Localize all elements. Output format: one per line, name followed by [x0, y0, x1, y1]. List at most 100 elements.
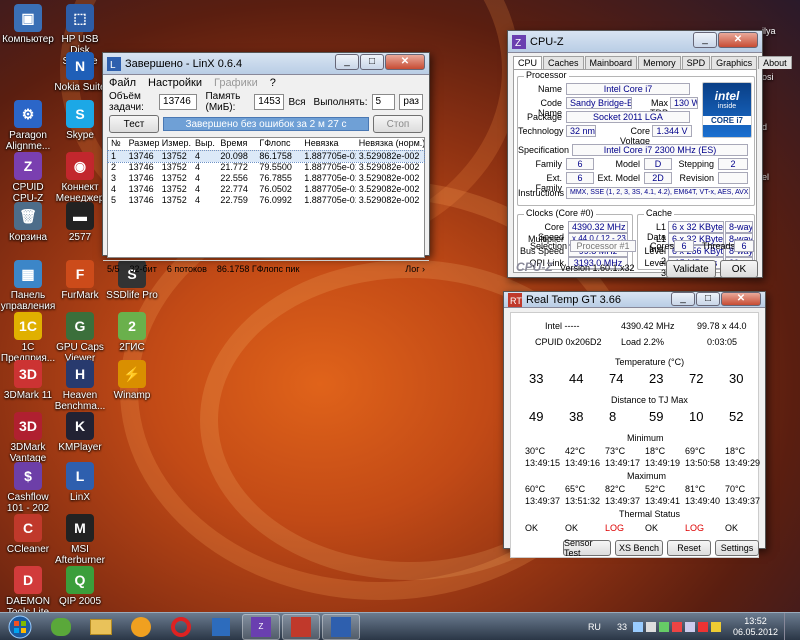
tray-counter[interactable]: 33 [617, 622, 627, 632]
flag-icon[interactable] [710, 622, 721, 632]
menu-settings[interactable]: Настройки [148, 77, 202, 89]
column-header[interactable]: Время [217, 138, 256, 150]
desktop-icon[interactable]: L LinX [52, 462, 108, 503]
close-button[interactable]: ✕ [385, 54, 425, 70]
taskbar-realtemp[interactable] [282, 613, 320, 640]
gpu-icon[interactable] [697, 622, 708, 632]
column-header[interactable]: Измер. [159, 138, 192, 150]
core-i7-text: CORE i7 [703, 116, 751, 125]
menu-file[interactable]: Файл [109, 77, 136, 89]
rt-status-value: OK [645, 523, 659, 533]
problem-size-input[interactable]: 13746 [159, 94, 198, 110]
table-row[interactable]: 4 13746 13752 4 22.774 76.0502 1.887705e-0103.… [108, 184, 424, 195]
clock[interactable]: 13:52 06.05.2012 [733, 616, 778, 638]
column-header[interactable]: № [108, 138, 126, 150]
table-cell: 13752 [161, 162, 187, 172]
desktop-icon[interactable]: Z CPUID CPU-Z [0, 152, 56, 204]
run-unit-select[interactable]: раз [399, 94, 423, 110]
show-desktop-button[interactable] [784, 613, 794, 640]
desktop-icon[interactable]: 2 2ГИС [104, 312, 160, 353]
stop-button[interactable]: Стоп [373, 115, 423, 133]
desktop-icon[interactable]: Q QIP 2005 [52, 566, 108, 607]
desktop-icon[interactable]: C CCleaner [0, 514, 56, 555]
volume-icon[interactable] [645, 622, 656, 632]
xs-bench-button[interactable]: XS Bench [615, 540, 663, 556]
tab-caches[interactable]: Caches [543, 56, 584, 69]
desktop-icon[interactable]: 3D 3DMark Vantage [0, 412, 56, 464]
start-button[interactable] [0, 614, 40, 640]
cpuz-tabs: CPU Caches Mainboard Memory SPD Graphics… [508, 53, 792, 69]
taskbar-explorer[interactable] [82, 614, 120, 640]
desktop-icon[interactable]: ▦ Панель управления [0, 260, 56, 312]
desktop-icon[interactable]: N Nokia Suite [52, 52, 108, 93]
cpuz-titlebar[interactable]: Z CPU-Z _ ✕ [508, 31, 762, 53]
settings-button[interactable]: Settings [715, 540, 759, 556]
network-icon[interactable] [632, 622, 643, 632]
desktop-icon[interactable]: ▣ Компьютер [0, 4, 56, 45]
tab-memory[interactable]: Memory [638, 56, 681, 69]
linx-titlebar[interactable]: L Завершено - LinX 0.6.4 _ □ ✕ [103, 53, 429, 75]
memory-input[interactable]: 1453 [254, 94, 285, 110]
antivirus-icon[interactable] [671, 622, 682, 632]
language-indicator[interactable]: RU [588, 622, 601, 632]
run-count-input[interactable]: 5 [371, 94, 396, 110]
desktop-icon[interactable]: ▬ 2577 [52, 202, 108, 243]
minimize-button[interactable]: _ [693, 32, 717, 48]
taskbar-unknown-app[interactable] [202, 614, 240, 640]
desktop-icon[interactable]: ◉ Коннект Менеджер [52, 152, 108, 204]
column-header[interactable]: Размер [126, 138, 159, 150]
tab-cpu[interactable]: CPU [513, 56, 543, 69]
desktop-icon[interactable]: S Skype [52, 100, 108, 141]
temp-icon[interactable] [658, 622, 669, 632]
maximize-button[interactable]: □ [360, 54, 384, 70]
close-button[interactable]: ✕ [721, 292, 761, 306]
desktop-icon[interactable]: 1С 1С Предприя... [0, 312, 56, 364]
desktop-icon[interactable]: M MSI Afterburner [52, 514, 108, 566]
selection-select[interactable]: Processor #1 [570, 240, 636, 252]
desktop-icon[interactable]: 🗑 Корзина [0, 202, 56, 243]
minimize-button[interactable]: _ [335, 54, 359, 70]
desktop-icon[interactable]: ⚡ Winamp [104, 360, 160, 401]
table-row[interactable]: 5 13746 13752 4 22.759 76.0992 1.887705e-0103.… [108, 195, 424, 206]
menu-help[interactable]: ? [270, 77, 276, 89]
desktop-icon[interactable]: DDAEMON Tools Lite [0, 566, 56, 618]
taskbar-opera[interactable] [162, 614, 200, 640]
taskbar-frog-app[interactable] [42, 614, 80, 640]
cloud-icon[interactable] [684, 622, 695, 632]
realtemp-titlebar[interactable]: RT Real Temp GT 3.66 _ □ ✕ [504, 292, 765, 308]
validate-button[interactable]: Validate [666, 260, 716, 278]
menu-graphs[interactable]: Графики [214, 77, 258, 89]
sensor-test-button[interactable]: Sensor Test [563, 538, 611, 558]
desktop-icon[interactable]: F FurMark [52, 260, 108, 301]
desktop-icon[interactable]: K KMPlayer [52, 412, 108, 453]
rt-max-value: 13:49:37 [605, 496, 641, 506]
desktop-icon[interactable]: H Heaven Benchma... [52, 360, 108, 412]
table-row[interactable]: 1 13746 13752 4 20.098 86.1758 1.887705e-0103.… [107, 150, 425, 163]
ok-button[interactable]: OK [720, 260, 758, 278]
tab-graphics[interactable]: Graphics [711, 56, 758, 69]
taskbar-media-player[interactable] [122, 614, 160, 640]
minimize-button[interactable]: _ [671, 292, 695, 306]
tab-mainboard[interactable]: Mainboard [584, 56, 638, 69]
table-row[interactable]: 2 13746 13752 4 21.772 79.5500 1.887705e-0103.… [108, 162, 424, 173]
tab-about[interactable]: About [758, 56, 792, 69]
column-header[interactable]: Невязка (норм.) [356, 138, 424, 150]
table-row[interactable]: 3 13746 13752 4 22.556 76.7855 1.887705e-0103.… [108, 173, 424, 184]
test-button[interactable]: Тест [109, 115, 159, 133]
close-button[interactable]: ✕ [718, 32, 758, 48]
log-button[interactable]: Лог › [405, 264, 425, 274]
tab-spd[interactable]: SPD [681, 56, 711, 69]
column-header[interactable]: Выр. [192, 138, 217, 150]
desktop-icon[interactable]: $ Cashflow 101 - 202 [0, 462, 56, 514]
reset-button[interactable]: Reset [667, 540, 711, 556]
taskbar-linx[interactable] [322, 613, 360, 640]
maximize-button[interactable]: □ [696, 292, 720, 306]
desktop-icon[interactable]: 3D 3DMark 11 [0, 360, 56, 401]
column-header[interactable]: Невязка [301, 138, 356, 150]
table-cell: 4 [194, 173, 200, 183]
column-header[interactable]: ГФлопс [256, 138, 301, 150]
desktop-icon[interactable]: ⚙ Paragon Alignme... [0, 100, 56, 152]
desktop-icon[interactable]: G GPU Caps Viewer [52, 312, 108, 364]
taskbar-cpuz[interactable]: Z [242, 613, 280, 640]
desktop-app-icon: 2 [118, 312, 146, 340]
